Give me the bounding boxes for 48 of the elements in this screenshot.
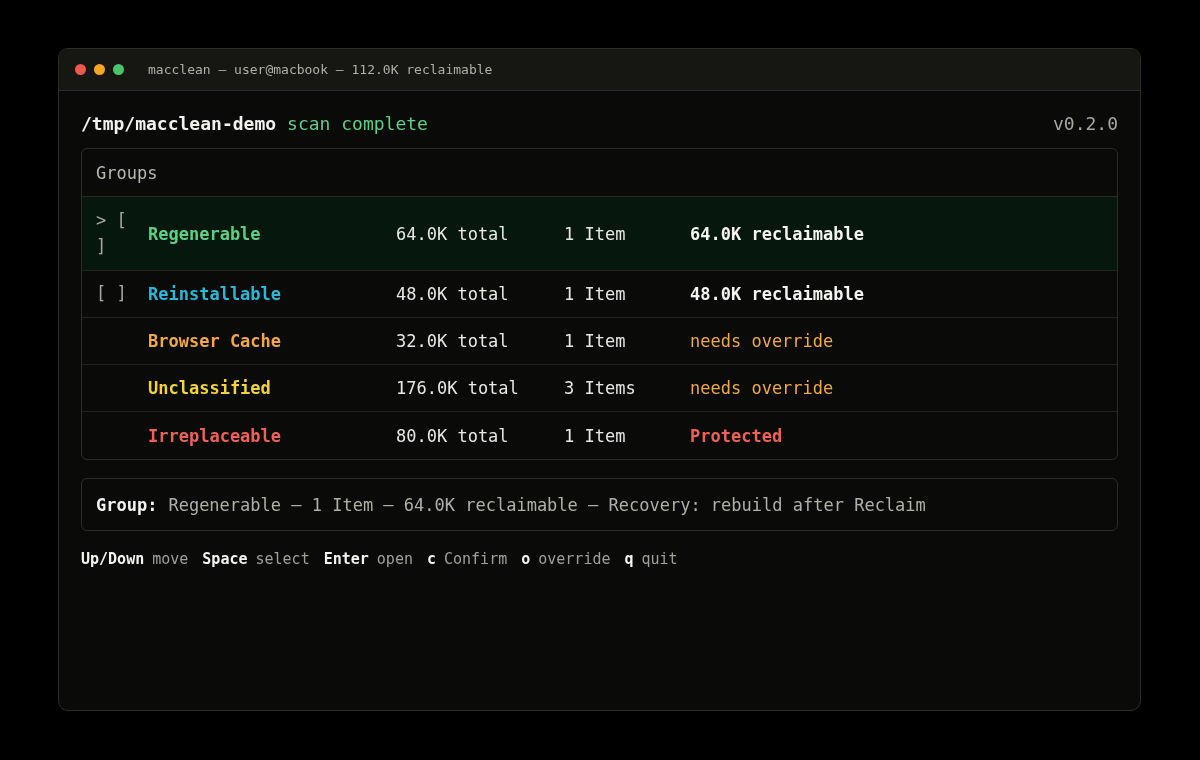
group-name: Irreplaceable [148,425,283,446]
group-row[interactable]: [ ] Reinstallable 48.0K total 1 Item 48.0K reclaimable [82,271,1117,318]
group-status: needs override [690,378,834,398]
version-label: v0.2.0 [1052,113,1118,134]
scan-status: scan complete [287,113,428,134]
selection-marker[interactable]: [ ] [96,281,136,307]
key-action: open [376,550,413,568]
group-row[interactable]: Irreplaceable 80.0K total 1 Item Protected [82,412,1117,459]
key-action: override [538,550,611,568]
key-hint: q [624,550,634,568]
total-size: 32.0K total [396,331,510,351]
key-action: select [255,550,310,568]
minimize-button[interactable] [94,64,105,75]
total-size: 64.0K total [396,223,510,244]
key-hint: Up/Down [81,550,145,568]
group-status: Protected [690,425,783,446]
zoom-button[interactable] [113,64,124,75]
close-button[interactable] [75,64,86,75]
total-size: 48.0K total [396,284,510,304]
group-row[interactable]: Browser Cache 32.0K total 1 Item needs override [82,318,1117,365]
item-count: 3 Items [564,378,637,398]
group-row[interactable]: Unclassified 176.0K total 3 Items needs override [82,365,1117,412]
key-hint: c [426,550,436,568]
group-name: Browser Cache [148,331,283,351]
detail-label: Group: [96,494,158,515]
key-hint: o [521,550,531,568]
group-status: 48.0K reclaimable [690,284,864,304]
group-status: needs override [690,331,834,351]
detail-text: Regenerable — 1 Item — 64.0K reclaimable — Recovery: rebuild after Reclaim [168,494,926,515]
key-hint: Space [202,550,248,568]
key-hint: Enter [323,550,369,568]
group-row[interactable]: > [ ] Regenerable 64.0K total 1 Item 64.0K reclaimable [82,197,1117,271]
item-count: 1 Item [564,425,627,446]
group-name: Unclassified [148,378,272,398]
item-count: 1 Item [564,331,627,351]
group-name: Regenerable [148,223,262,244]
item-count: 1 Item [564,223,627,244]
window-title: macclean — user@macbook — 112.0K reclaimable [148,62,493,77]
selection-marker[interactable]: > [ ] [96,208,136,259]
group-status: 64.0K reclaimable [690,223,864,244]
item-count: 1 Item [564,284,627,304]
scan-path: /tmp/macclean-demo [81,113,277,134]
key-action: quit [641,550,678,568]
key-action: Confirm [444,550,508,568]
total-size: 80.0K total [396,425,510,446]
key-action: move [152,550,189,568]
total-size: 176.0K total [396,378,520,398]
group-name: Reinstallable [148,284,283,304]
